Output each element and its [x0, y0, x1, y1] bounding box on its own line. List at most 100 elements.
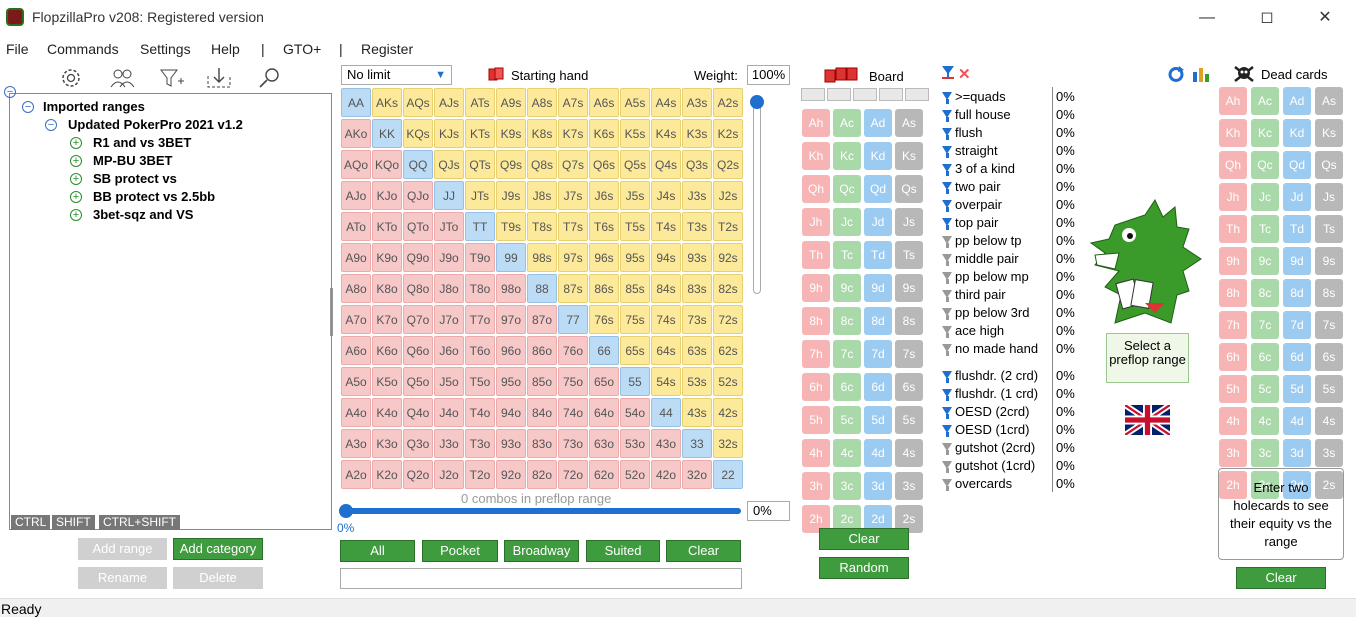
hand-cell-43o[interactable]: 43o — [651, 429, 681, 458]
hand-cell-A3s[interactable]: A3s — [682, 88, 712, 117]
hand-cell-73s[interactable]: 73s — [682, 305, 712, 334]
dead-card-Jh[interactable]: Jh — [1219, 183, 1247, 211]
hand-cell-75s[interactable]: 75s — [620, 305, 650, 334]
hand-cell-K9o[interactable]: K9o — [372, 243, 402, 272]
hand-cell-K4s[interactable]: K4s — [651, 119, 681, 148]
board-card-Ad[interactable]: Ad — [864, 109, 892, 137]
hand-cell-76s[interactable]: 76s — [589, 305, 619, 334]
hand-cell-84o[interactable]: 84o — [527, 398, 557, 427]
dead-card-Js[interactable]: Js — [1315, 183, 1343, 211]
splitter-handle[interactable] — [330, 288, 333, 336]
board-card-5s[interactable]: 5s — [895, 406, 923, 434]
stat-filter-icon[interactable] — [942, 479, 953, 491]
dead-card-Ks[interactable]: Ks — [1315, 119, 1343, 147]
close-button[interactable]: ✕ — [1302, 4, 1348, 32]
dead-card-Qh[interactable]: Qh — [1219, 151, 1247, 179]
menu-gto[interactable]: GTO+ — [283, 41, 321, 57]
hand-cell-Q8o[interactable]: Q8o — [403, 274, 433, 303]
dead-card-Ah[interactable]: Ah — [1219, 87, 1247, 115]
hand-cell-A3o[interactable]: A3o — [341, 429, 371, 458]
board-card-Kd[interactable]: Kd — [864, 142, 892, 170]
board-card-6c[interactable]: 6c — [833, 373, 861, 401]
board-card-7c[interactable]: 7c — [833, 340, 861, 368]
hand-cell-85o[interactable]: 85o — [527, 367, 557, 396]
stat-filter-icon[interactable] — [942, 128, 953, 140]
hand-cell-33[interactable]: 33 — [682, 429, 712, 458]
board-card-Kc[interactable]: Kc — [833, 142, 861, 170]
stat-label[interactable]: pp below tp — [955, 233, 1022, 248]
hand-cell-K2o[interactable]: K2o — [372, 460, 402, 489]
board-card-Td[interactable]: Td — [864, 241, 892, 269]
board-card-Ac[interactable]: Ac — [833, 109, 861, 137]
clear-board-button[interactable]: Clear — [819, 528, 909, 550]
stat-filter-icon[interactable] — [942, 344, 953, 356]
hand-cell-98o[interactable]: 98o — [496, 274, 526, 303]
dead-card-Kh[interactable]: Kh — [1219, 119, 1247, 147]
dead-card-5h[interactable]: 5h — [1219, 375, 1247, 403]
dead-card-Kd[interactable]: Kd — [1283, 119, 1311, 147]
dead-card-8c[interactable]: 8c — [1251, 279, 1279, 307]
hand-cell-22[interactable]: 22 — [713, 460, 743, 489]
hand-cell-85s[interactable]: 85s — [620, 274, 650, 303]
dead-card-8h[interactable]: 8h — [1219, 279, 1247, 307]
hand-cell-52o[interactable]: 52o — [620, 460, 650, 489]
hand-cell-Q2o[interactable]: Q2o — [403, 460, 433, 489]
board-card-3s[interactable]: 3s — [895, 472, 923, 500]
dead-card-6c[interactable]: 6c — [1251, 343, 1279, 371]
dead-card-4c[interactable]: 4c — [1251, 407, 1279, 435]
dead-card-4d[interactable]: 4d — [1283, 407, 1311, 435]
hand-cell-62o[interactable]: 62o — [589, 460, 619, 489]
broadway-button[interactable]: Broadway — [504, 540, 579, 562]
stat-label[interactable]: pp below mp — [955, 269, 1029, 284]
dead-card-9d[interactable]: 9d — [1283, 247, 1311, 275]
board-card-4s[interactable]: 4s — [895, 439, 923, 467]
hand-cell-J3s[interactable]: J3s — [682, 181, 712, 210]
hand-cell-J5s[interactable]: J5s — [620, 181, 650, 210]
hand-cell-AQo[interactable]: AQo — [341, 150, 371, 179]
hand-cell-54o[interactable]: 54o — [620, 398, 650, 427]
hand-cell-K6s[interactable]: K6s — [589, 119, 619, 148]
tree-item[interactable]: 3bet-sqz and VS — [93, 207, 193, 222]
hand-cell-K3o[interactable]: K3o — [372, 429, 402, 458]
hand-cell-73o[interactable]: 73o — [558, 429, 588, 458]
dead-card-9c[interactable]: 9c — [1251, 247, 1279, 275]
hand-cell-T7s[interactable]: T7s — [558, 212, 588, 241]
hand-cell-63s[interactable]: 63s — [682, 336, 712, 365]
hand-cell-T8o[interactable]: T8o — [465, 274, 495, 303]
hand-cell-53s[interactable]: 53s — [682, 367, 712, 396]
hand-cell-76o[interactable]: 76o — [558, 336, 588, 365]
hand-cell-J5o[interactable]: J5o — [434, 367, 464, 396]
tree-item[interactable]: BB protect vs 2.5bb — [93, 189, 215, 204]
board-card-8h[interactable]: 8h — [802, 307, 830, 335]
board-card-As[interactable]: As — [895, 109, 923, 137]
stat-label[interactable]: middle pair — [955, 251, 1019, 266]
pocket-button[interactable]: Pocket — [422, 540, 498, 562]
board-card-7h[interactable]: 7h — [802, 340, 830, 368]
hand-cell-JTs[interactable]: JTs — [465, 181, 495, 210]
board-card-7d[interactable]: 7d — [864, 340, 892, 368]
stat-filter-icon[interactable] — [942, 389, 953, 401]
dead-card-9s[interactable]: 9s — [1315, 247, 1343, 275]
hand-cell-Q4o[interactable]: Q4o — [403, 398, 433, 427]
hand-cell-JTo[interactable]: JTo — [434, 212, 464, 241]
minimize-button[interactable]: — — [1184, 4, 1230, 32]
hand-cell-82o[interactable]: 82o — [527, 460, 557, 489]
stat-filter-icon[interactable] — [942, 146, 953, 158]
hand-cell-A8s[interactable]: A8s — [527, 88, 557, 117]
users-icon[interactable] — [108, 66, 136, 90]
hand-cell-92s[interactable]: 92s — [713, 243, 743, 272]
hand-cell-K5s[interactable]: K5s — [620, 119, 650, 148]
range-percent-input[interactable]: 0% — [747, 501, 790, 521]
board-slot[interactable] — [827, 88, 851, 101]
hand-cell-K5o[interactable]: K5o — [372, 367, 402, 396]
hand-cell-A7o[interactable]: A7o — [341, 305, 371, 334]
hand-cell-93s[interactable]: 93s — [682, 243, 712, 272]
hand-cell-J4s[interactable]: J4s — [651, 181, 681, 210]
board-card-3h[interactable]: 3h — [802, 472, 830, 500]
hand-cell-KK[interactable]: KK — [372, 119, 402, 148]
stat-label[interactable]: overpair — [955, 197, 1002, 212]
board-card-Qd[interactable]: Qd — [864, 175, 892, 203]
hand-cell-Q5s[interactable]: Q5s — [620, 150, 650, 179]
hand-cell-T5s[interactable]: T5s — [620, 212, 650, 241]
hand-cell-Q9s[interactable]: Q9s — [496, 150, 526, 179]
